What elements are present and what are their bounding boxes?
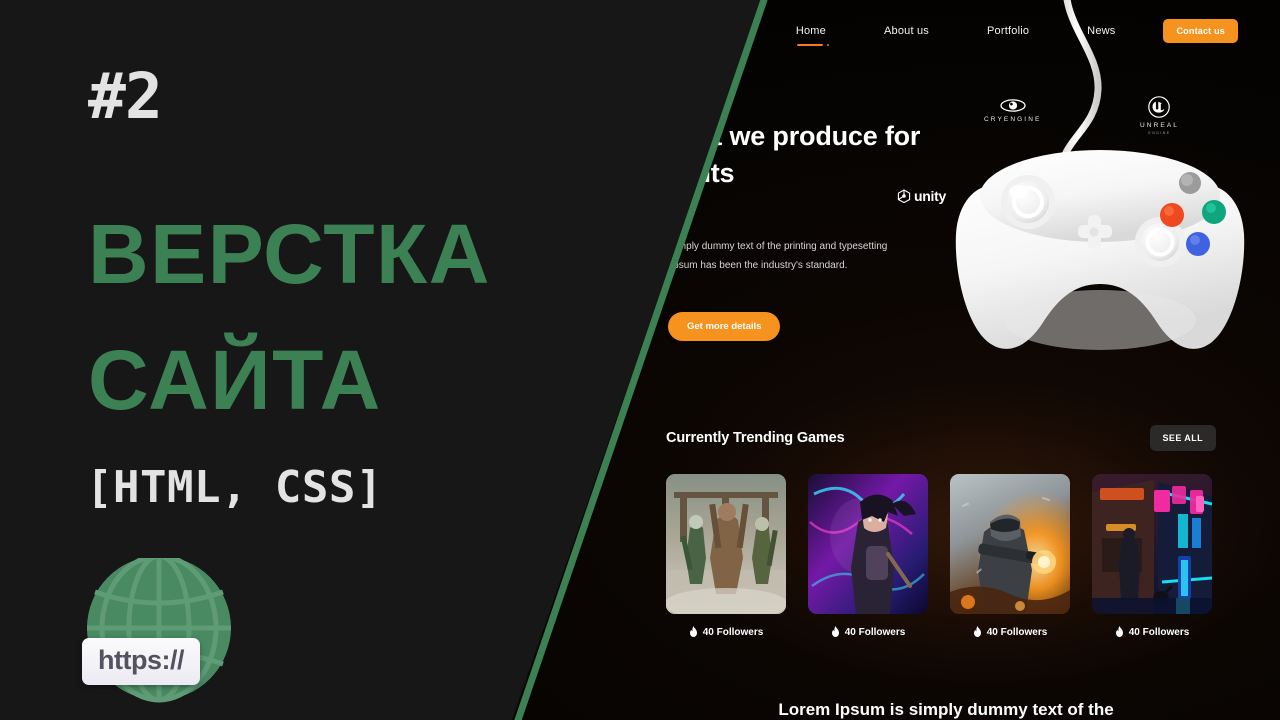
cryengine-logo: CRYENGINE <box>984 99 1041 123</box>
cyberpunk-street-art <box>1092 474 1212 614</box>
trending-title: Currently Trending Games <box>666 430 845 446</box>
unity-logo: unity <box>897 188 946 204</box>
unreal-wordmark: UNREAL <box>1140 122 1179 129</box>
nav-item-news[interactable]: News <box>1087 25 1115 37</box>
game-card[interactable]: 40 Followers <box>950 474 1070 638</box>
unity-cube-icon <box>897 189 911 203</box>
trending-games-list: 40 Followers 40 Followers 40 Followers 4… <box>666 474 1216 638</box>
game-thumbnail[interactable] <box>950 474 1070 614</box>
flame-icon <box>1115 626 1123 637</box>
followers-meta: 40 Followers <box>808 626 928 638</box>
nav-item-about-us[interactable]: About us <box>884 25 929 37</box>
get-more-details-button[interactable]: Get more details <box>668 312 781 341</box>
followers-meta: 40 Followers <box>666 626 786 638</box>
trending-section-header: Currently Trending Games SEE ALL <box>666 425 1216 451</box>
contact-us-button[interactable]: Contact us <box>1163 19 1238 43</box>
gamepad-illustration <box>930 0 1270 380</box>
cryengine-wordmark: CRYENGINE <box>984 116 1042 123</box>
cryengine-eye-icon <box>1000 99 1026 112</box>
flame-icon <box>973 626 981 637</box>
nav-item-portfolio[interactable]: Portfolio <box>987 25 1029 37</box>
fantasy-warriors-art <box>666 474 786 614</box>
nav-item-home[interactable]: Home <box>795 25 829 46</box>
game-thumbnail[interactable] <box>666 474 786 614</box>
neon-heroine-art <box>808 474 928 614</box>
followers-meta: 40 Followers <box>950 626 1070 638</box>
followers-count-label: 40 Followers <box>986 626 1048 638</box>
unreal-engine-logo: UNREAL ENGINE <box>1140 96 1179 135</box>
https-badge-text: https:// <box>98 645 184 675</box>
title-line-1: ВЕРСТКА <box>88 207 491 301</box>
game-card[interactable]: 40 Followers <box>1092 474 1212 638</box>
episode-number: #2 <box>88 60 163 133</box>
flame-icon <box>831 626 839 637</box>
unity-wordmark: unity <box>914 188 946 204</box>
sci-fi-soldier-art <box>950 474 1070 614</box>
flame-icon <box>689 626 697 637</box>
thumbnail-canvas: Home About us Portfolio News Contact us … <box>0 0 1280 720</box>
see-all-button[interactable]: SEE ALL <box>1149 425 1216 451</box>
active-nav-underline <box>796 44 829 46</box>
followers-count-label: 40 Followers <box>844 626 906 638</box>
game-thumbnail[interactable] <box>808 474 928 614</box>
gamepad-svg <box>955 0 1245 350</box>
bottom-section-heading: Lorem Ipsum is simply dummy text of the <box>778 700 1114 719</box>
tech-stack-subtitle: [HTML, CSS] <box>86 462 383 513</box>
https-badge: https:// <box>82 638 200 685</box>
title-line-2: САЙТА <box>88 333 382 427</box>
followers-meta: 40 Followers <box>1092 626 1212 638</box>
game-card[interactable]: 40 Followers <box>666 474 786 638</box>
game-card[interactable]: 40 Followers <box>808 474 928 638</box>
followers-count-label: 40 Followers <box>1128 626 1190 638</box>
followers-count-label: 40 Followers <box>702 626 764 638</box>
game-thumbnail[interactable] <box>1092 474 1212 614</box>
nav-label: Home <box>795 25 826 37</box>
unreal-u-icon <box>1148 96 1171 118</box>
unreal-subtext: ENGINE <box>1148 130 1171 135</box>
